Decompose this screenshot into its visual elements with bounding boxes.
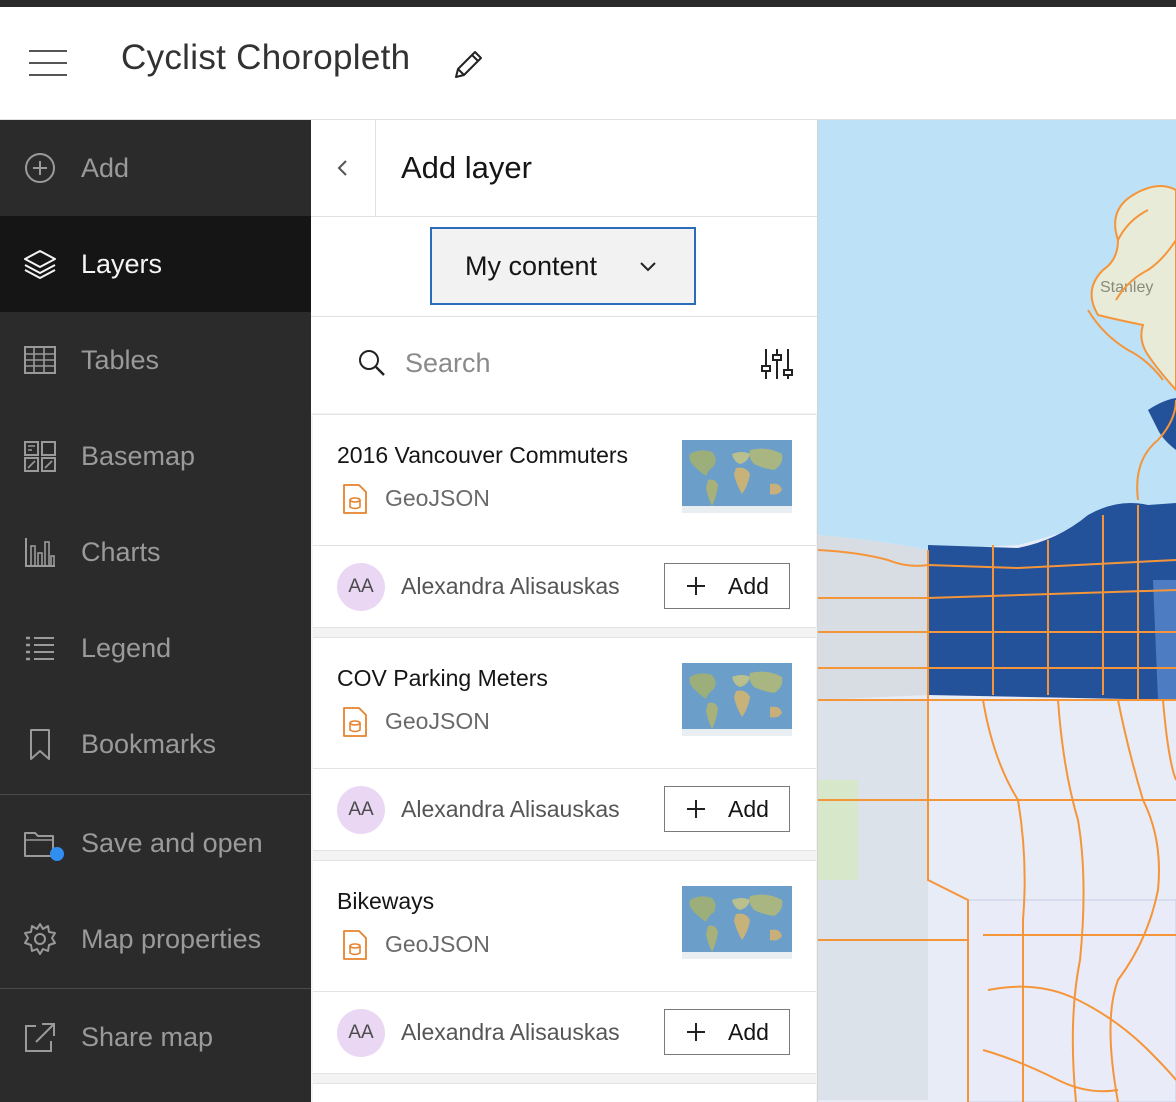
add-button-label: Add [728, 1019, 769, 1045]
avatar: AA [337, 786, 385, 834]
card-divider [313, 545, 816, 546]
item-thumbnail[interactable] [682, 663, 792, 736]
sidebar-item-label: Tables [81, 345, 160, 375]
legend-icon [22, 630, 58, 666]
panel-header: Add layer [311, 120, 817, 217]
share-icon [22, 1019, 58, 1055]
sidebar-item-add[interactable]: Add [0, 120, 311, 216]
list-item: 2016 Vancouver Commuters GeoJSON AA Alex… [313, 414, 816, 628]
add-button-label: Add [728, 573, 769, 599]
add-layer-button[interactable]: Add [664, 563, 790, 609]
item-title: 2016 Vancouver Commuters [337, 442, 629, 468]
sidebar-item-label: Layers [81, 249, 163, 279]
filter-sliders-icon[interactable] [759, 346, 795, 382]
sidebar-item-label: Bookmarks [81, 729, 217, 759]
sidebar-item-map-properties[interactable]: Map properties [0, 891, 311, 987]
bookmark-icon [22, 726, 58, 762]
item-owner: Alexandra Alisauskas [401, 573, 620, 599]
geojson-file-icon [343, 484, 367, 514]
menu-icon[interactable] [29, 47, 67, 79]
item-type: GeoJSON [385, 485, 490, 511]
map-place-label: Stanley [1100, 279, 1153, 296]
sidebar-item-bookmarks[interactable]: Bookmarks [0, 696, 311, 792]
geojson-file-icon [343, 707, 367, 737]
item-thumbnail[interactable] [682, 886, 792, 959]
sidebar-item-share-map[interactable]: Share map [0, 989, 311, 1085]
sidebar-item-label: Charts [81, 537, 161, 567]
content-source-dropdown[interactable]: My content [430, 227, 696, 305]
map-canvas[interactable]: Stanley [818, 120, 1176, 1102]
plus-icon [687, 800, 705, 818]
sidebar-item-label: Share map [81, 1022, 214, 1052]
item-thumbnail[interactable] [682, 440, 792, 513]
sidebar-item-label: Map properties [81, 924, 262, 954]
geojson-file-icon [343, 930, 367, 960]
item-type: GeoJSON [385, 931, 490, 957]
search-icon [359, 350, 385, 376]
sidebar-item-label: Save and open [81, 828, 263, 858]
divider [311, 316, 817, 317]
list-item: COV Parking Meters GeoJSON AA Alexandra … [313, 637, 816, 851]
add-layer-panel: Add layer My content 2016 Vancouver Comm… [311, 120, 818, 1102]
item-type: GeoJSON [385, 708, 490, 734]
map-view[interactable]: Stanley [818, 120, 1176, 1102]
panel-title: Add layer [401, 150, 532, 185]
card-divider [313, 991, 816, 992]
sidebar: Add Layers Tables Basemap Charts Legend [0, 120, 311, 1102]
pencil-icon[interactable] [450, 47, 486, 83]
layers-icon [22, 246, 58, 282]
avatar: AA [337, 563, 385, 611]
list-item: Bikeways GeoJSON AA Alexandra Alisauskas… [313, 860, 816, 1074]
search-input[interactable] [403, 342, 727, 384]
chevron-down-icon [640, 262, 656, 272]
basemap-icon [22, 438, 58, 474]
sidebar-item-charts[interactable]: Charts [0, 504, 311, 600]
sidebar-item-label: Legend [81, 633, 172, 663]
plus-icon [687, 577, 705, 595]
gear-icon [22, 921, 58, 957]
charts-icon [22, 534, 58, 570]
table-icon [22, 342, 58, 378]
sidebar-item-basemap[interactable]: Basemap [0, 408, 311, 504]
sidebar-item-save-and-open[interactable]: Save and open [0, 795, 311, 891]
add-circle-icon [22, 150, 58, 186]
item-owner: Alexandra Alisauskas [401, 1019, 620, 1045]
sidebar-item-label: Basemap [81, 441, 196, 471]
sidebar-item-legend[interactable]: Legend [0, 600, 311, 696]
app-header: Cyclist Choropleth [0, 7, 1176, 120]
sidebar-item-tables[interactable]: Tables [0, 312, 311, 408]
add-layer-button[interactable]: Add [664, 1009, 790, 1055]
item-title: Bikeways [337, 888, 435, 914]
dropdown-label: My content [465, 251, 598, 281]
window-top-strip [0, 0, 1176, 7]
sidebar-item-label: Add [81, 153, 130, 183]
card-divider [313, 768, 816, 769]
list-item [313, 1083, 816, 1102]
chevron-left-icon [337, 160, 347, 176]
plus-icon [687, 1023, 705, 1041]
sidebar-item-layers[interactable]: Layers [0, 216, 311, 312]
item-owner: Alexandra Alisauskas [401, 796, 620, 822]
add-layer-button[interactable]: Add [664, 786, 790, 832]
map-title: Cyclist Choropleth [121, 38, 411, 77]
notification-dot [50, 847, 64, 861]
back-button[interactable] [311, 120, 376, 216]
item-title: COV Parking Meters [337, 665, 548, 691]
avatar: AA [337, 1009, 385, 1057]
add-button-label: Add [728, 796, 769, 822]
